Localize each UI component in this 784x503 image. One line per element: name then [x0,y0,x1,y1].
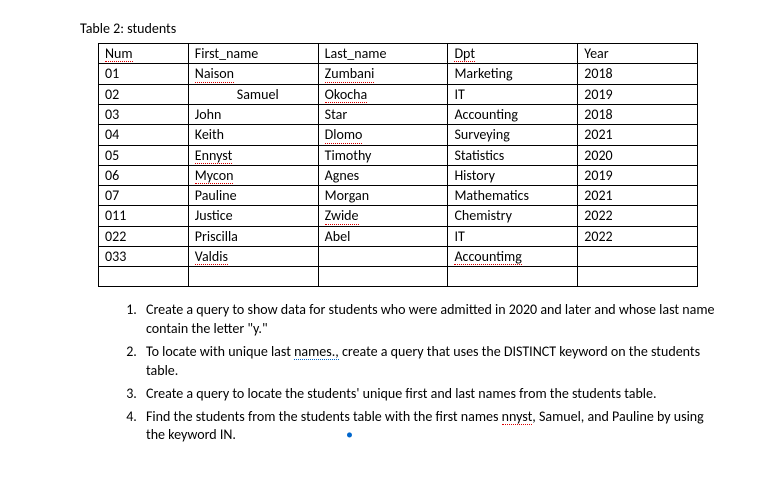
cell-empty [578,267,698,287]
table-row: 04KeithDlomoSurveying2021 [99,125,698,145]
cell-dpt: IT [448,226,578,246]
col-dpt: Dpt [448,44,578,64]
cell-num: 03 [99,105,189,125]
students-table: Num First_name Last_name Dpt Year 01Nais… [98,43,698,287]
cell-num: 033 [99,246,189,266]
cell-num: 05 [99,145,189,165]
cell-num: 07 [99,186,189,206]
cell-year [578,246,698,266]
cell-last [318,246,448,266]
cell-last: Zumbani [318,64,448,84]
cell-first: Priscilla [188,226,318,246]
col-last: Last_name [318,44,448,64]
table-row: 07PaulineMorganMathematics2021 [99,186,698,206]
cell-first: Samuel [188,84,318,104]
cell-year: 2021 [578,125,698,145]
cell-num: 01 [99,64,189,84]
question-list: Create a query to show data for students… [140,301,724,445]
cell-num: 011 [99,206,189,226]
cell-first: John [188,105,318,125]
table-row: 02SamuelOkochaIT2019 [99,84,698,104]
cell-last: Abel [318,226,448,246]
cell-empty [448,267,578,287]
cell-num: 04 [99,125,189,145]
cell-year: 2022 [578,206,698,226]
cell-last: Okocha [318,84,448,104]
cell-first: Ennyst [188,145,318,165]
cell-dpt: Marketing [448,64,578,84]
cell-year: 2018 [578,105,698,125]
cell-last: Agnes [318,165,448,185]
cell-first: Pauline [188,186,318,206]
cell-last: Timothy [318,145,448,165]
table-caption: Table 2: students [80,20,724,37]
cell-num: 02 [99,84,189,104]
cell-first: Valdis [188,246,318,266]
question-1: Create a query to show data for students… [140,301,724,339]
col-num: Num [99,44,189,64]
cell-dpt: History [448,165,578,185]
cell-first: Naison [188,64,318,84]
cell-empty [99,267,189,287]
cell-empty [318,267,448,287]
col-first: First_name [188,44,318,64]
table-row: 03JohnStarAccounting2018 [99,105,698,125]
cell-year: 2019 [578,165,698,185]
table-row-empty [99,267,698,287]
table-row: 06MyconAgnesHistory2019 [99,165,698,185]
cell-first: Keith [188,125,318,145]
cell-last: Zwide [318,206,448,226]
cell-dpt: Statistics [448,145,578,165]
cell-last: Morgan [318,186,448,206]
question-3: Create a query to locate the students' u… [140,385,724,404]
question-4: Find the students from the students tabl… [140,408,724,446]
table-row: 033Valdis Accountimg [99,246,698,266]
question-2: To locate with unique last names., creat… [140,343,724,381]
cell-year: 2018 [578,64,698,84]
table-row: 011JusticeZwideChemistry2022 [99,206,698,226]
table-row: 022PriscillaAbelIT2022 [99,226,698,246]
cell-year: 2019 [578,84,698,104]
cell-first: Mycon [188,165,318,185]
cell-last: Star [318,105,448,125]
cell-empty [188,267,318,287]
cell-dpt: Chemistry [448,206,578,226]
cell-dpt: Accounting [448,105,578,125]
cell-num: 022 [99,226,189,246]
cell-dpt: Mathematics [448,186,578,206]
cursor-dot: • [346,426,353,443]
cell-year: 2021 [578,186,698,206]
cell-year: 2022 [578,226,698,246]
table-header-row: Num First_name Last_name Dpt Year [99,44,698,64]
table-row: 01NaisonZumbaniMarketing2018 [99,64,698,84]
cell-dpt: Accountimg [448,246,578,266]
cell-num: 06 [99,165,189,185]
cell-dpt: Surveying [448,125,578,145]
cell-dpt: IT [448,84,578,104]
cell-last: Dlomo [318,125,448,145]
table-row: 05EnnystTimothyStatistics2020 [99,145,698,165]
col-year: Year [578,44,698,64]
cell-first: Justice [188,206,318,226]
cell-year: 2020 [578,145,698,165]
